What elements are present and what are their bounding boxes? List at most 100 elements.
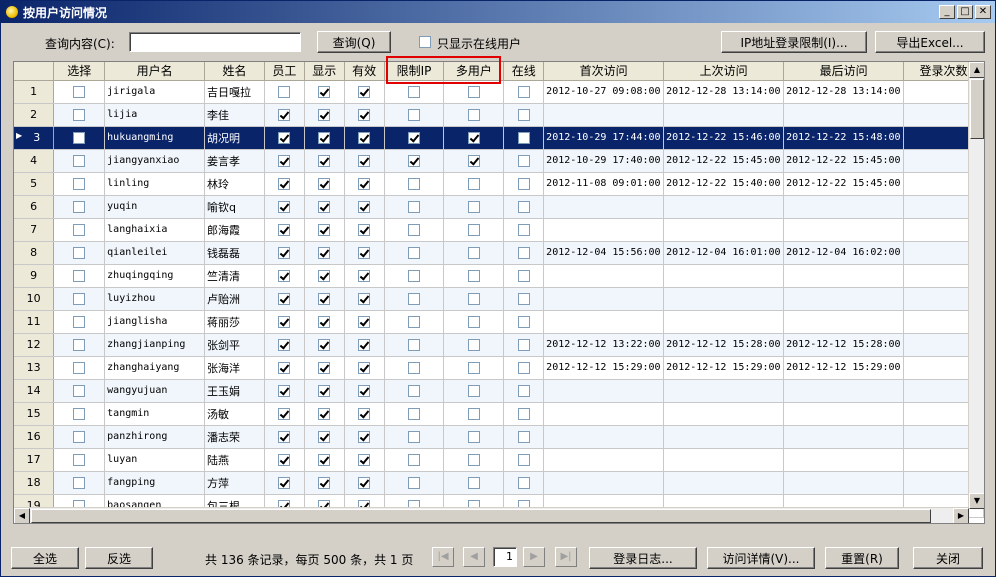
column-header-name[interactable]: 姓名 [204, 62, 265, 81]
ip-limit-checkbox[interactable] [408, 201, 421, 213]
valid-checkbox[interactable] [358, 247, 371, 259]
horizontal-scrollbar[interactable]: ◀ ▶ [14, 507, 969, 523]
multi-user-checkbox[interactable] [467, 247, 480, 259]
valid-checkbox[interactable] [358, 362, 371, 374]
ip-limit-checkbox[interactable] [408, 132, 421, 144]
scroll-up-icon[interactable]: ▲ [969, 62, 984, 78]
reset-button[interactable]: 重置(R) [825, 547, 899, 569]
row-header[interactable]: 7 [14, 218, 55, 242]
multi-user-checkbox[interactable] [467, 201, 480, 213]
first-page-button[interactable]: |◀ [432, 547, 454, 567]
select-checkbox[interactable] [73, 247, 86, 259]
select-checkbox[interactable] [73, 132, 86, 144]
display-checkbox[interactable] [318, 247, 331, 259]
column-header-latest-visit[interactable]: 最后访问 [783, 62, 905, 81]
online-checkbox[interactable] [517, 86, 530, 98]
valid-checkbox[interactable] [358, 224, 371, 236]
valid-checkbox[interactable] [358, 477, 371, 489]
select-checkbox[interactable] [73, 155, 86, 167]
row-header[interactable]: 5 [14, 172, 55, 196]
online-checkbox[interactable] [517, 339, 530, 351]
display-checkbox[interactable] [318, 293, 331, 305]
column-header-username[interactable]: 用户名 [104, 62, 206, 81]
close-button[interactable]: 关闭 [913, 547, 983, 569]
online-checkbox[interactable] [517, 270, 530, 282]
table-row[interactable]: 11 jianglisha 蒋丽莎 [14, 310, 984, 334]
table-row[interactable]: 7 langhaixia 郎海霞 [14, 218, 984, 242]
employee-checkbox[interactable] [278, 477, 291, 489]
online-checkbox[interactable] [517, 109, 530, 121]
select-checkbox[interactable] [73, 109, 86, 121]
ip-limit-checkbox[interactable] [408, 339, 421, 351]
table-row[interactable]: 16 panzhirong 潘志荣 [14, 425, 984, 449]
ip-limit-checkbox[interactable] [408, 362, 421, 374]
online-checkbox[interactable] [517, 178, 530, 190]
table-row[interactable]: 12 zhangjianping 张剑平 2012-12-12 13:22:00 201… [14, 333, 984, 357]
scroll-down-icon[interactable]: ▼ [969, 493, 984, 509]
column-header-first-visit[interactable]: 首次访问 [543, 62, 665, 81]
employee-checkbox[interactable] [278, 408, 291, 420]
valid-checkbox[interactable] [358, 454, 371, 466]
display-checkbox[interactable] [318, 270, 331, 282]
vertical-scroll-thumb[interactable] [970, 79, 984, 139]
maximize-button[interactable]: □ [957, 5, 973, 19]
ip-limit-checkbox[interactable] [408, 431, 421, 443]
column-header-select[interactable]: 选择 [53, 62, 106, 81]
column-header-online[interactable]: 在线 [503, 62, 545, 81]
table-row[interactable]: ▶ 3 hukuangming 胡况明 2012-10-29 17:44:00 2012-… [14, 126, 984, 150]
employee-checkbox[interactable] [278, 316, 291, 328]
online-only-checkbox[interactable] [419, 36, 431, 48]
table-row[interactable]: 15 tangmin 汤敏 [14, 402, 984, 426]
row-header[interactable]: 13 [14, 356, 55, 380]
select-checkbox[interactable] [73, 339, 86, 351]
select-checkbox[interactable] [73, 270, 86, 282]
display-checkbox[interactable] [318, 385, 331, 397]
employee-checkbox[interactable] [278, 454, 291, 466]
online-checkbox[interactable] [517, 454, 530, 466]
row-header[interactable]: 17 [14, 448, 55, 472]
select-checkbox[interactable] [73, 86, 86, 98]
table-row[interactable]: 2 lijia 李佳 [14, 103, 984, 127]
export-excel-button[interactable]: 导出Excel... [875, 31, 985, 53]
next-page-button[interactable]: ▶ [523, 547, 545, 567]
multi-user-checkbox[interactable] [467, 477, 480, 489]
column-header-employee[interactable]: 员工 [264, 62, 305, 81]
display-checkbox[interactable] [318, 316, 331, 328]
employee-checkbox[interactable] [278, 247, 291, 259]
table-row[interactable]: 4 jiangyanxiao 姜言孝 2012-10-29 17:40:00 2012-… [14, 149, 984, 173]
select-checkbox[interactable] [73, 178, 86, 190]
display-checkbox[interactable] [318, 408, 331, 420]
row-header[interactable]: 6 [14, 195, 55, 219]
employee-checkbox[interactable] [278, 86, 291, 98]
valid-checkbox[interactable] [358, 385, 371, 397]
select-checkbox[interactable] [73, 431, 86, 443]
employee-checkbox[interactable] [278, 293, 291, 305]
multi-user-checkbox[interactable] [467, 132, 480, 144]
display-checkbox[interactable] [318, 109, 331, 121]
online-checkbox[interactable] [517, 201, 530, 213]
employee-checkbox[interactable] [278, 431, 291, 443]
page-number-input[interactable]: 1 [493, 547, 517, 567]
valid-checkbox[interactable] [358, 316, 371, 328]
column-header-last-visit[interactable]: 上次访问 [663, 62, 785, 81]
scroll-right-icon[interactable]: ▶ [953, 508, 969, 523]
horizontal-scroll-thumb[interactable] [31, 509, 931, 523]
scroll-left-icon[interactable]: ◀ [14, 508, 30, 523]
ip-limit-checkbox[interactable] [408, 155, 421, 167]
ip-limit-checkbox[interactable] [408, 477, 421, 489]
minimize-button[interactable]: _ [939, 5, 955, 19]
row-header[interactable]: 14 [14, 379, 55, 403]
multi-user-checkbox[interactable] [467, 178, 480, 190]
online-checkbox[interactable] [517, 224, 530, 236]
table-row[interactable]: 18 fangping 方萍 [14, 471, 984, 495]
valid-checkbox[interactable] [358, 431, 371, 443]
valid-checkbox[interactable] [358, 408, 371, 420]
ip-limit-checkbox[interactable] [408, 224, 421, 236]
select-checkbox[interactable] [73, 385, 86, 397]
select-checkbox[interactable] [73, 293, 86, 305]
ip-limit-checkbox[interactable] [408, 178, 421, 190]
table-row[interactable]: 10 luyizhou 卢贻洲 [14, 287, 984, 311]
display-checkbox[interactable] [318, 454, 331, 466]
display-checkbox[interactable] [318, 477, 331, 489]
visit-detail-button[interactable]: 访问详情(V)... [707, 547, 815, 569]
